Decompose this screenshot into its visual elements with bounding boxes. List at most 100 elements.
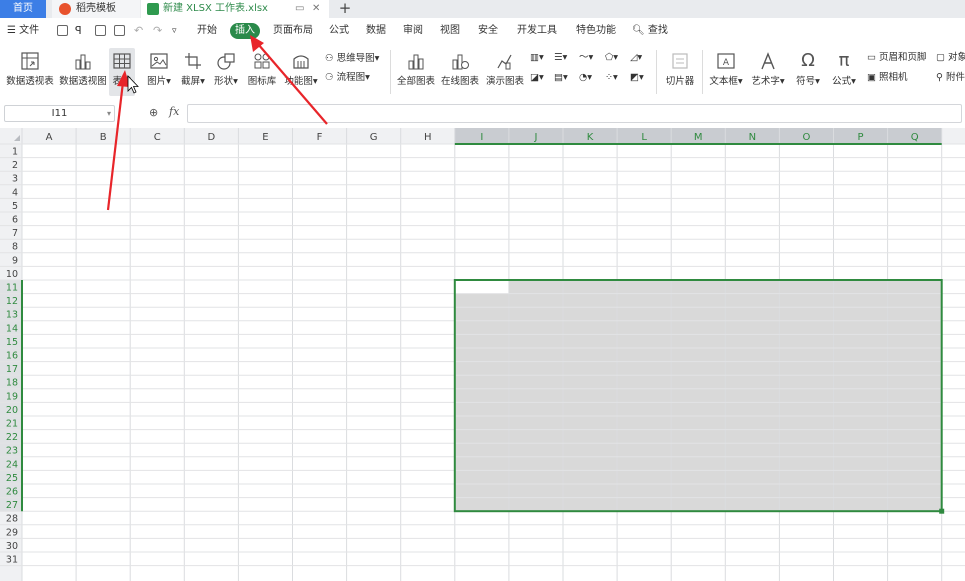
tab-home[interactable]: 首页 bbox=[0, 0, 46, 18]
column-header-e[interactable]: E bbox=[262, 132, 268, 143]
row-header-21[interactable]: 21 bbox=[6, 419, 18, 430]
row-header-27[interactable]: 27 bbox=[6, 500, 18, 511]
picture-button[interactable]: 图片▾ bbox=[144, 48, 174, 96]
search-button[interactable]: 🔍︎ 查找 bbox=[632, 18, 668, 44]
customize-toolbar-icon[interactable]: ▿ bbox=[172, 18, 177, 44]
row-header-11[interactable]: 11 bbox=[6, 283, 18, 294]
stock-chart-dropdown[interactable]: ◪▾ bbox=[530, 70, 544, 86]
menu-tab-formulas[interactable]: 公式 bbox=[329, 18, 349, 44]
pie-chart-dropdown[interactable]: ◔▾ bbox=[579, 70, 592, 86]
menu-tab-view[interactable]: 视图 bbox=[440, 18, 460, 44]
save-icon[interactable] bbox=[57, 25, 68, 36]
object-button[interactable]: ▢ 对象 bbox=[936, 50, 965, 66]
column-header-p[interactable]: P bbox=[858, 132, 864, 143]
print-icon[interactable] bbox=[95, 25, 106, 36]
text-box-button[interactable]: A 文本框▾ bbox=[707, 48, 745, 96]
active-cell[interactable] bbox=[454, 280, 509, 294]
column-header-n[interactable]: N bbox=[749, 132, 756, 143]
column-header-a[interactable]: A bbox=[46, 132, 53, 143]
art-text-button[interactable]: 艺术字▾ bbox=[749, 48, 787, 96]
row-header-4[interactable]: 4 bbox=[12, 187, 18, 198]
fill-handle[interactable] bbox=[939, 508, 945, 514]
undo-icon[interactable]: ↶ bbox=[134, 18, 143, 44]
column-header-k[interactable]: K bbox=[587, 132, 594, 143]
row-header-20[interactable]: 20 bbox=[6, 405, 18, 416]
table-button[interactable]: 表格 bbox=[109, 48, 135, 96]
row-header-16[interactable]: 16 bbox=[6, 351, 18, 362]
row-header-12[interactable]: 12 bbox=[6, 296, 18, 307]
online-charts-button[interactable]: 在线图表 bbox=[440, 48, 480, 96]
row-header-26[interactable]: 26 bbox=[6, 487, 18, 498]
format-painter-icon[interactable]: ꟼ bbox=[75, 18, 82, 44]
chevron-down-icon[interactable]: ▾ bbox=[107, 106, 111, 121]
column-header-m[interactable]: M bbox=[694, 132, 703, 143]
selected-range[interactable] bbox=[454, 280, 942, 512]
menu-tab-data[interactable]: 数据 bbox=[366, 18, 386, 44]
symbol-button[interactable]: Ω 符号▾ bbox=[792, 48, 824, 96]
row-header-3[interactable]: 3 bbox=[12, 174, 18, 185]
icon-library-button[interactable]: 图标库 bbox=[246, 48, 278, 96]
row-header-15[interactable]: 15 bbox=[6, 337, 18, 348]
pivot-chart-button[interactable]: 数据透视图 bbox=[58, 48, 108, 96]
row-header-7[interactable]: 7 bbox=[12, 228, 18, 239]
row-header-30[interactable]: 30 bbox=[6, 541, 18, 552]
column-header-i[interactable]: I bbox=[480, 132, 483, 143]
print-preview-icon[interactable] bbox=[114, 25, 125, 36]
row-header-17[interactable]: 17 bbox=[6, 364, 18, 375]
formula-input[interactable] bbox=[187, 104, 962, 123]
header-footer-button[interactable]: ▭ 页眉和页脚 bbox=[867, 50, 927, 66]
grid-canvas[interactable]: A B C D E F G H I J K L M N O P Q12345678910111213141516… bbox=[0, 128, 965, 581]
scatter-chart-dropdown[interactable]: ⁘▾ bbox=[605, 70, 618, 86]
row-header-24[interactable]: 24 bbox=[6, 459, 18, 470]
name-box[interactable]: I11 ▾ bbox=[4, 105, 115, 122]
row-header-31[interactable]: 31 bbox=[6, 555, 18, 566]
row-header-22[interactable]: 22 bbox=[6, 432, 18, 443]
column-header-d[interactable]: D bbox=[207, 132, 215, 143]
column-header-g[interactable]: G bbox=[370, 132, 378, 143]
column-header-l[interactable]: L bbox=[641, 132, 647, 143]
menu-tab-page-layout[interactable]: 页面布局 bbox=[273, 18, 313, 44]
all-charts-button[interactable]: 全部图表 bbox=[396, 48, 436, 96]
area-chart-dropdown[interactable]: ◿▾ bbox=[630, 50, 642, 66]
row-header-23[interactable]: 23 bbox=[6, 446, 18, 457]
row-header-28[interactable]: 28 bbox=[6, 514, 18, 525]
row-header-6[interactable]: 6 bbox=[12, 215, 18, 226]
row-header-9[interactable]: 9 bbox=[12, 255, 18, 266]
column-header-q[interactable]: Q bbox=[911, 132, 919, 143]
column-header-c[interactable]: C bbox=[154, 132, 161, 143]
column-header-h[interactable]: H bbox=[424, 132, 432, 143]
window-restore-icon[interactable]: ▭ bbox=[295, 0, 304, 18]
file-menu-button[interactable]: ☰ 文件 bbox=[7, 18, 39, 44]
row-header-2[interactable]: 2 bbox=[12, 160, 18, 171]
menu-tab-insert[interactable]: 插入 bbox=[230, 23, 260, 39]
row-header-19[interactable]: 19 bbox=[6, 391, 18, 402]
zoom-search-icon[interactable]: ⊕ bbox=[149, 106, 158, 119]
close-tab-icon[interactable]: ✕ bbox=[312, 0, 320, 18]
flow-chart-button[interactable]: ⚆ 流程图▾ bbox=[325, 70, 370, 86]
pivot-table-button[interactable]: 数据透视表 bbox=[4, 48, 56, 96]
insert-function-button[interactable]: fx bbox=[169, 105, 179, 118]
camera-button[interactable]: ▣ 照相机 bbox=[867, 70, 908, 86]
function-chart-button[interactable]: 功能图▾ bbox=[283, 48, 319, 96]
demo-charts-button[interactable]: 演示图表 bbox=[485, 48, 525, 96]
column-header-f[interactable]: F bbox=[317, 132, 323, 143]
menu-tab-developer[interactable]: 开发工具 bbox=[517, 18, 557, 44]
row-header-29[interactable]: 29 bbox=[6, 527, 18, 538]
column-header-b[interactable]: B bbox=[100, 132, 107, 143]
sparkline-dropdown[interactable]: ◩▾ bbox=[630, 70, 644, 86]
attachment-button[interactable]: ⚲ 附件 bbox=[936, 70, 965, 86]
worksheet-grid[interactable]: A B C D E F G H I J K L M N O P Q 1 2 3 4 5 6 7 8 9 10 11 12 13 14 15 16… bbox=[0, 128, 965, 581]
column-header-j[interactable]: J bbox=[533, 132, 537, 143]
line-chart-dropdown[interactable]: 〜▾ bbox=[579, 50, 593, 66]
row-header-8[interactable]: 8 bbox=[12, 242, 18, 253]
tab-active-document[interactable]: 新建 XLSX 工作表.xlsx ▭ ✕ bbox=[141, 0, 329, 18]
menu-tab-home[interactable]: 开始 bbox=[197, 18, 217, 44]
menu-tab-review[interactable]: 审阅 bbox=[403, 18, 423, 44]
column-chart-dropdown[interactable]: ▥▾ bbox=[530, 50, 544, 66]
new-tab-button[interactable]: + bbox=[336, 0, 354, 18]
row-header-10[interactable]: 10 bbox=[6, 269, 18, 280]
redo-icon[interactable]: ↷ bbox=[153, 18, 162, 44]
combo-chart-dropdown[interactable]: ▤▾ bbox=[554, 70, 568, 86]
row-header-18[interactable]: 18 bbox=[6, 378, 18, 389]
column-header-o[interactable]: O bbox=[803, 132, 811, 143]
